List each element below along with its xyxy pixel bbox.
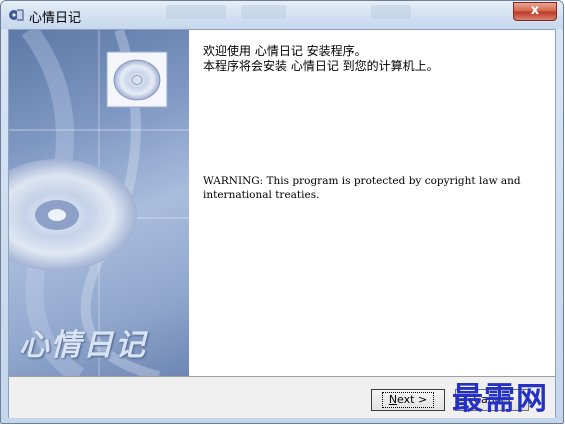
next-accelerator: N <box>388 393 398 406</box>
welcome-line: 欢迎使用 心情日记 安装程序。 <box>203 44 367 58</box>
banner-image: 心情日记 <box>9 30 189 376</box>
copyright-warning: WARNING: This program is protected by co… <box>203 175 521 201</box>
installer-window: 心情日记 x 心情日记 欢迎使用 心情日记 安装程序。 本程序将会安装 心情日记… <box>0 0 564 424</box>
welcome-line: 本程序将会安装 心情日记 到您的计算机上。 <box>203 59 439 73</box>
watermark: 最需网 <box>452 381 548 417</box>
installer-body: 心情日记 欢迎使用 心情日记 安装程序。 本程序将会安装 心情日记 到您的计算机… <box>8 29 556 418</box>
app-icon <box>9 9 24 21</box>
next-button[interactable]: Next > <box>371 389 445 411</box>
background-blur <box>241 5 286 19</box>
next-label: ext > <box>397 393 428 406</box>
banner-title: 心情日记 <box>19 328 147 363</box>
close-button[interactable]: x <box>513 2 557 21</box>
window-title: 心情日记 <box>29 11 82 26</box>
title-bar[interactable]: 心情日记 x <box>1 1 563 29</box>
content-panel: 欢迎使用 心情日记 安装程序。 本程序将会安装 心情日记 到您的计算机上。 WA… <box>189 30 555 376</box>
welcome-text: 欢迎使用 心情日记 安装程序。 本程序将会安装 心情日记 到您的计算机上。 <box>203 44 439 74</box>
background-blur <box>371 5 411 19</box>
background-blur <box>166 5 226 19</box>
